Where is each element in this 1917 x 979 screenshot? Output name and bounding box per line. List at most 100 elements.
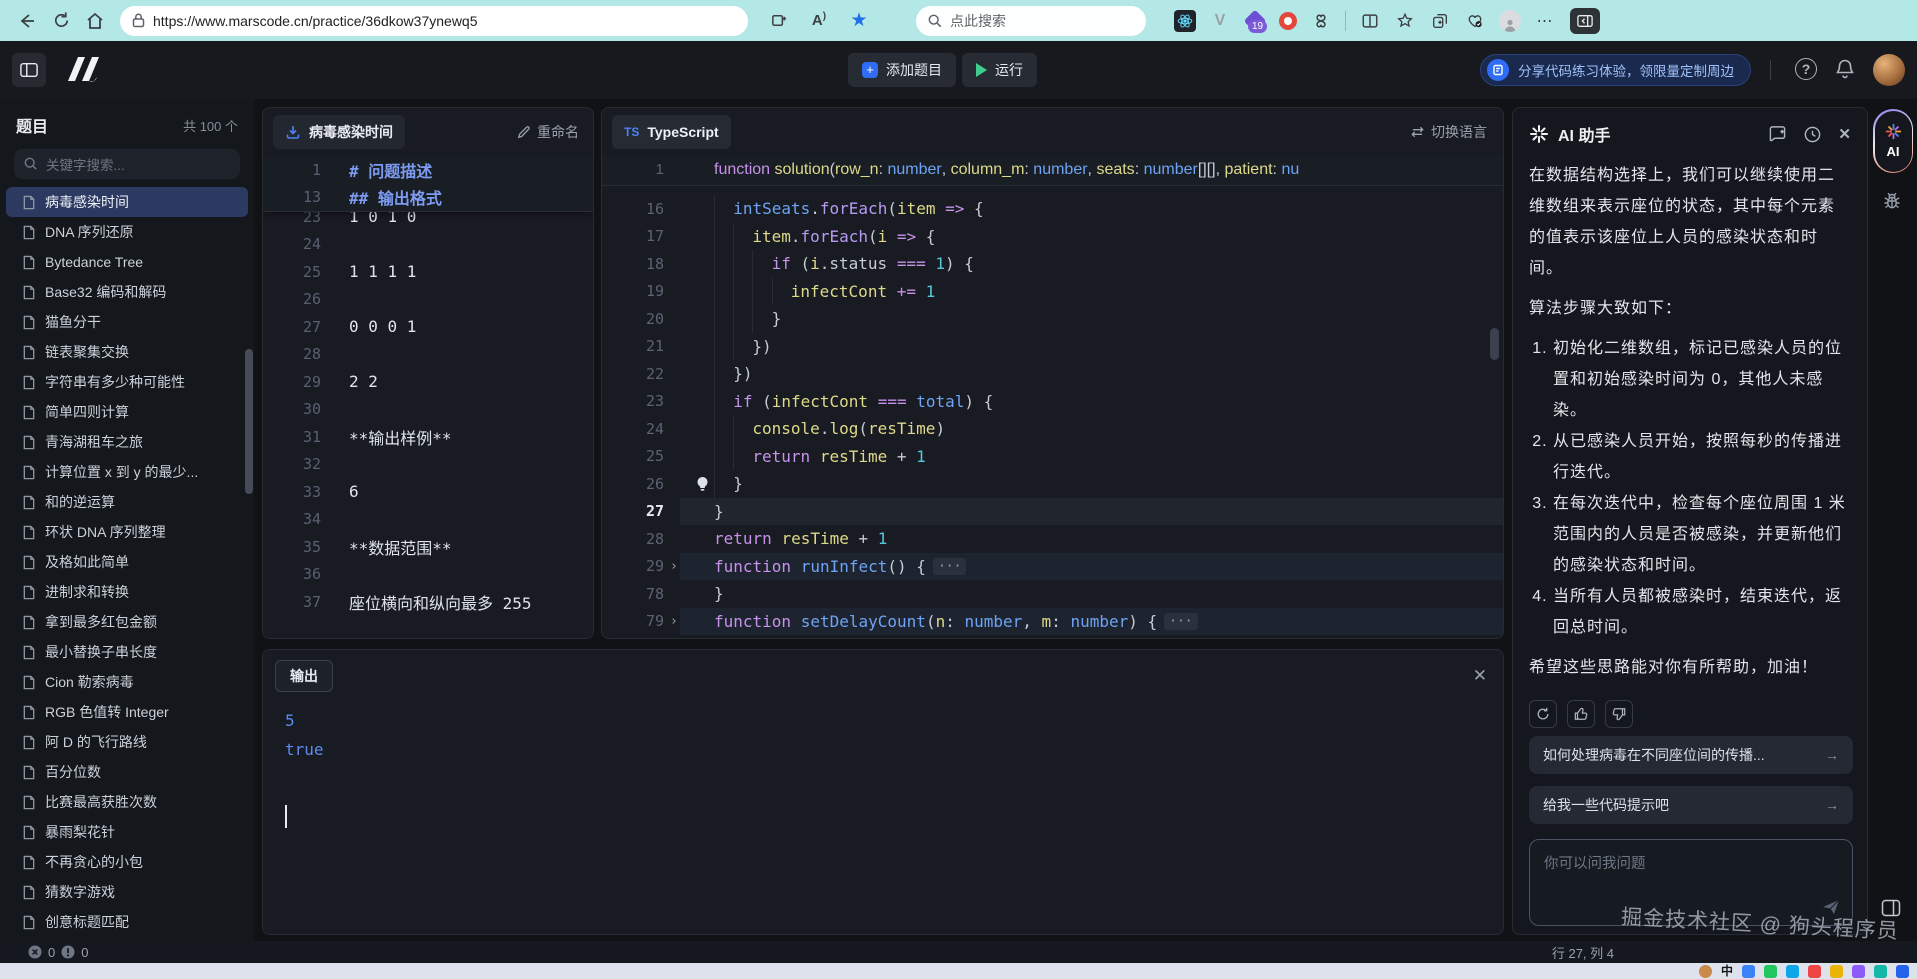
close-output-icon[interactable]: ✕ <box>1473 666 1487 686</box>
close-ai-panel-icon[interactable]: ✕ <box>1838 125 1851 143</box>
editor-scrollbar[interactable] <box>1490 328 1499 360</box>
tray-icon[interactable] <box>1742 965 1755 978</box>
ai-suggestion-1[interactable]: 如何处理病毒在不同座位间的传播...→ <box>1529 736 1853 774</box>
code-line[interactable]: 29›function runInfect() {··· <box>602 553 1503 581</box>
sidebar-item[interactable]: 百分位数 <box>6 757 248 787</box>
vue-extension-icon[interactable]: V <box>1209 10 1231 32</box>
ai-suggestion-2[interactable]: 给我一些代码提示吧→ <box>1529 786 1853 824</box>
code-content[interactable]: 16intSeats.forEach(item => {17item.forEa… <box>602 195 1503 635</box>
tray-icon[interactable] <box>1852 965 1865 978</box>
fold-ellipsis[interactable]: ··· <box>933 558 966 575</box>
browser-search-box[interactable]: 点此搜索 <box>916 6 1146 36</box>
fold-ellipsis[interactable]: ··· <box>1164 613 1197 630</box>
sidebar-item[interactable]: 不再贪心的小包 <box>6 847 248 877</box>
code-line[interactable]: 20} <box>602 305 1503 333</box>
browser-profile-avatar[interactable] <box>1499 10 1521 32</box>
code-line[interactable]: 27} <box>602 498 1503 526</box>
tray-icon[interactable] <box>1808 965 1821 978</box>
sidebar-item[interactable]: 字符串有多少种可能性 <box>6 367 248 397</box>
run-button[interactable]: 运行 <box>962 53 1037 87</box>
new-chat-icon[interactable] <box>1768 125 1787 143</box>
address-bar[interactable]: https://www.marscode.cn/practice/36dkow3… <box>120 6 748 36</box>
sidebar-item[interactable]: Base32 编码和解码 <box>6 277 248 307</box>
collapse-sidebar-button[interactable] <box>12 53 46 87</box>
switch-language-button[interactable]: 切换语言 <box>1410 122 1487 142</box>
red-extension-icon[interactable] <box>1279 12 1297 30</box>
react-extension-icon[interactable] <box>1174 10 1196 32</box>
sidebar-item[interactable]: Cion 勒索病毒 <box>6 667 248 697</box>
ime-indicator[interactable]: 中 <box>1721 965 1733 977</box>
notification-bell-icon[interactable] <box>1835 58 1855 79</box>
sidebar-item[interactable]: 阿 D 的飞行路线 <box>6 727 248 757</box>
read-aloud-icon[interactable]: A) <box>802 6 836 36</box>
split-screen-icon[interactable] <box>1359 10 1381 32</box>
sidebar-item[interactable]: 环状 DNA 序列整理 <box>6 517 248 547</box>
sidebar-item[interactable]: 创意标题匹配 <box>6 907 248 937</box>
sidebar-scrollbar[interactable] <box>245 349 253 494</box>
problem-tab[interactable]: 病毒感染时间 <box>273 115 405 149</box>
code-line[interactable]: 22}) <box>602 360 1503 388</box>
user-avatar[interactable] <box>1873 54 1905 86</box>
code-line[interactable]: 18if (i.status === 1) { <box>602 250 1503 278</box>
sidebar-item[interactable]: 及格如此简单 <box>6 547 248 577</box>
code-line[interactable]: 1function solution(row_n: number, column… <box>602 156 1503 184</box>
sidebar-item[interactable]: 简单四则计算 <box>6 397 248 427</box>
browser-menu-icon[interactable]: ⋯ <box>1534 10 1556 32</box>
diamond-extension-icon[interactable]: 19 <box>1244 10 1266 32</box>
sidebar-item[interactable]: 青海湖租车之旅 <box>6 427 248 457</box>
dog-tray-icon[interactable] <box>1699 965 1712 978</box>
share-promo-banner[interactable]: 分享代码练习体验，领限量定制周边 <box>1480 54 1751 86</box>
help-icon[interactable]: ? <box>1795 58 1817 80</box>
code-line[interactable]: 16intSeats.forEach(item => { <box>602 195 1503 223</box>
regenerate-icon[interactable] <box>1529 700 1557 728</box>
code-line[interactable]: 25return resTime + 1 <box>602 443 1503 471</box>
code-line[interactable]: 24console.log(resTime) <box>602 415 1503 443</box>
output-tab[interactable]: 输出 <box>275 660 333 692</box>
code-line[interactable]: 19infectCont += 1 <box>602 278 1503 306</box>
history-icon[interactable] <box>1803 125 1822 144</box>
bug-icon[interactable] <box>1882 191 1902 211</box>
back-icon[interactable] <box>10 6 44 36</box>
favorite-star-icon[interactable]: ★ <box>842 6 876 36</box>
thumbs-up-icon[interactable] <box>1567 700 1595 728</box>
code-line[interactable]: 17item.forEach(i => { <box>602 223 1503 251</box>
copy-tabs-icon[interactable] <box>1429 10 1451 32</box>
sidebar-item[interactable]: 猜数字游戏 <box>6 877 248 907</box>
sidebar-search-input[interactable]: 关键字搜索... <box>14 149 240 179</box>
tray-icon[interactable] <box>1896 965 1909 978</box>
sidebar-item[interactable]: 和的逆运算 <box>6 487 248 517</box>
code-line[interactable]: 78} <box>602 580 1503 608</box>
ai-toggle-button[interactable]: AI <box>1873 109 1913 173</box>
thumbs-down-icon[interactable] <box>1605 700 1633 728</box>
sidebar-item[interactable]: 计算位置 x 到 y 的最少... <box>6 457 248 487</box>
tray-icon[interactable] <box>1764 965 1777 978</box>
code-line[interactable]: 21}) <box>602 333 1503 361</box>
sidebar-item[interactable]: DNA 序列还原 <box>6 217 248 247</box>
sidebar-item[interactable]: RGB 色值转 Integer <box>6 697 248 727</box>
tab-actions-icon[interactable] <box>762 6 796 36</box>
sidebar-panel-icon[interactable] <box>1570 8 1600 34</box>
sidebar-item[interactable]: 暴雨梨花针 <box>6 817 248 847</box>
clover-extension-icon[interactable] <box>1310 10 1332 32</box>
sidebar-item[interactable]: 病毒感染时间 <box>6 187 248 217</box>
code-line[interactable]: 28return resTime + 1 <box>602 525 1503 553</box>
code-line[interactable]: 79›function setDelayCount(n: number, m: … <box>602 608 1503 636</box>
rename-button[interactable]: 重命名 <box>517 122 579 142</box>
add-problem-button[interactable]: + 添加题目 <box>848 53 956 87</box>
sidebar-item[interactable]: 链表聚集交换 <box>6 337 248 367</box>
tray-icon[interactable] <box>1874 965 1887 978</box>
code-line[interactable]: 23if (infectCont === total) { <box>602 388 1503 416</box>
code-line[interactable]: 26} <box>602 470 1503 498</box>
markdown-content[interactable]: 231 0 1 024251 1 1 126270 0 0 128292 230… <box>263 203 593 616</box>
language-tab[interactable]: TS TypeScript <box>612 115 731 149</box>
sidebar-item[interactable]: 进制求和转换 <box>6 577 248 607</box>
sidebar-item[interactable]: 拿到最多红包金额 <box>6 607 248 637</box>
sidebar-item[interactable]: 猫鱼分干 <box>6 307 248 337</box>
home-icon[interactable] <box>78 6 112 36</box>
marscode-logo[interactable] <box>60 55 104 83</box>
sidebar-item[interactable]: 比赛最高获胜次数 <box>6 787 248 817</box>
tray-icon[interactable] <box>1786 965 1799 978</box>
sidebar-item[interactable]: 最小替换子串长度 <box>6 637 248 667</box>
refresh-icon[interactable] <box>44 6 78 36</box>
sidebar-item[interactable]: Bytedance Tree <box>6 247 248 277</box>
